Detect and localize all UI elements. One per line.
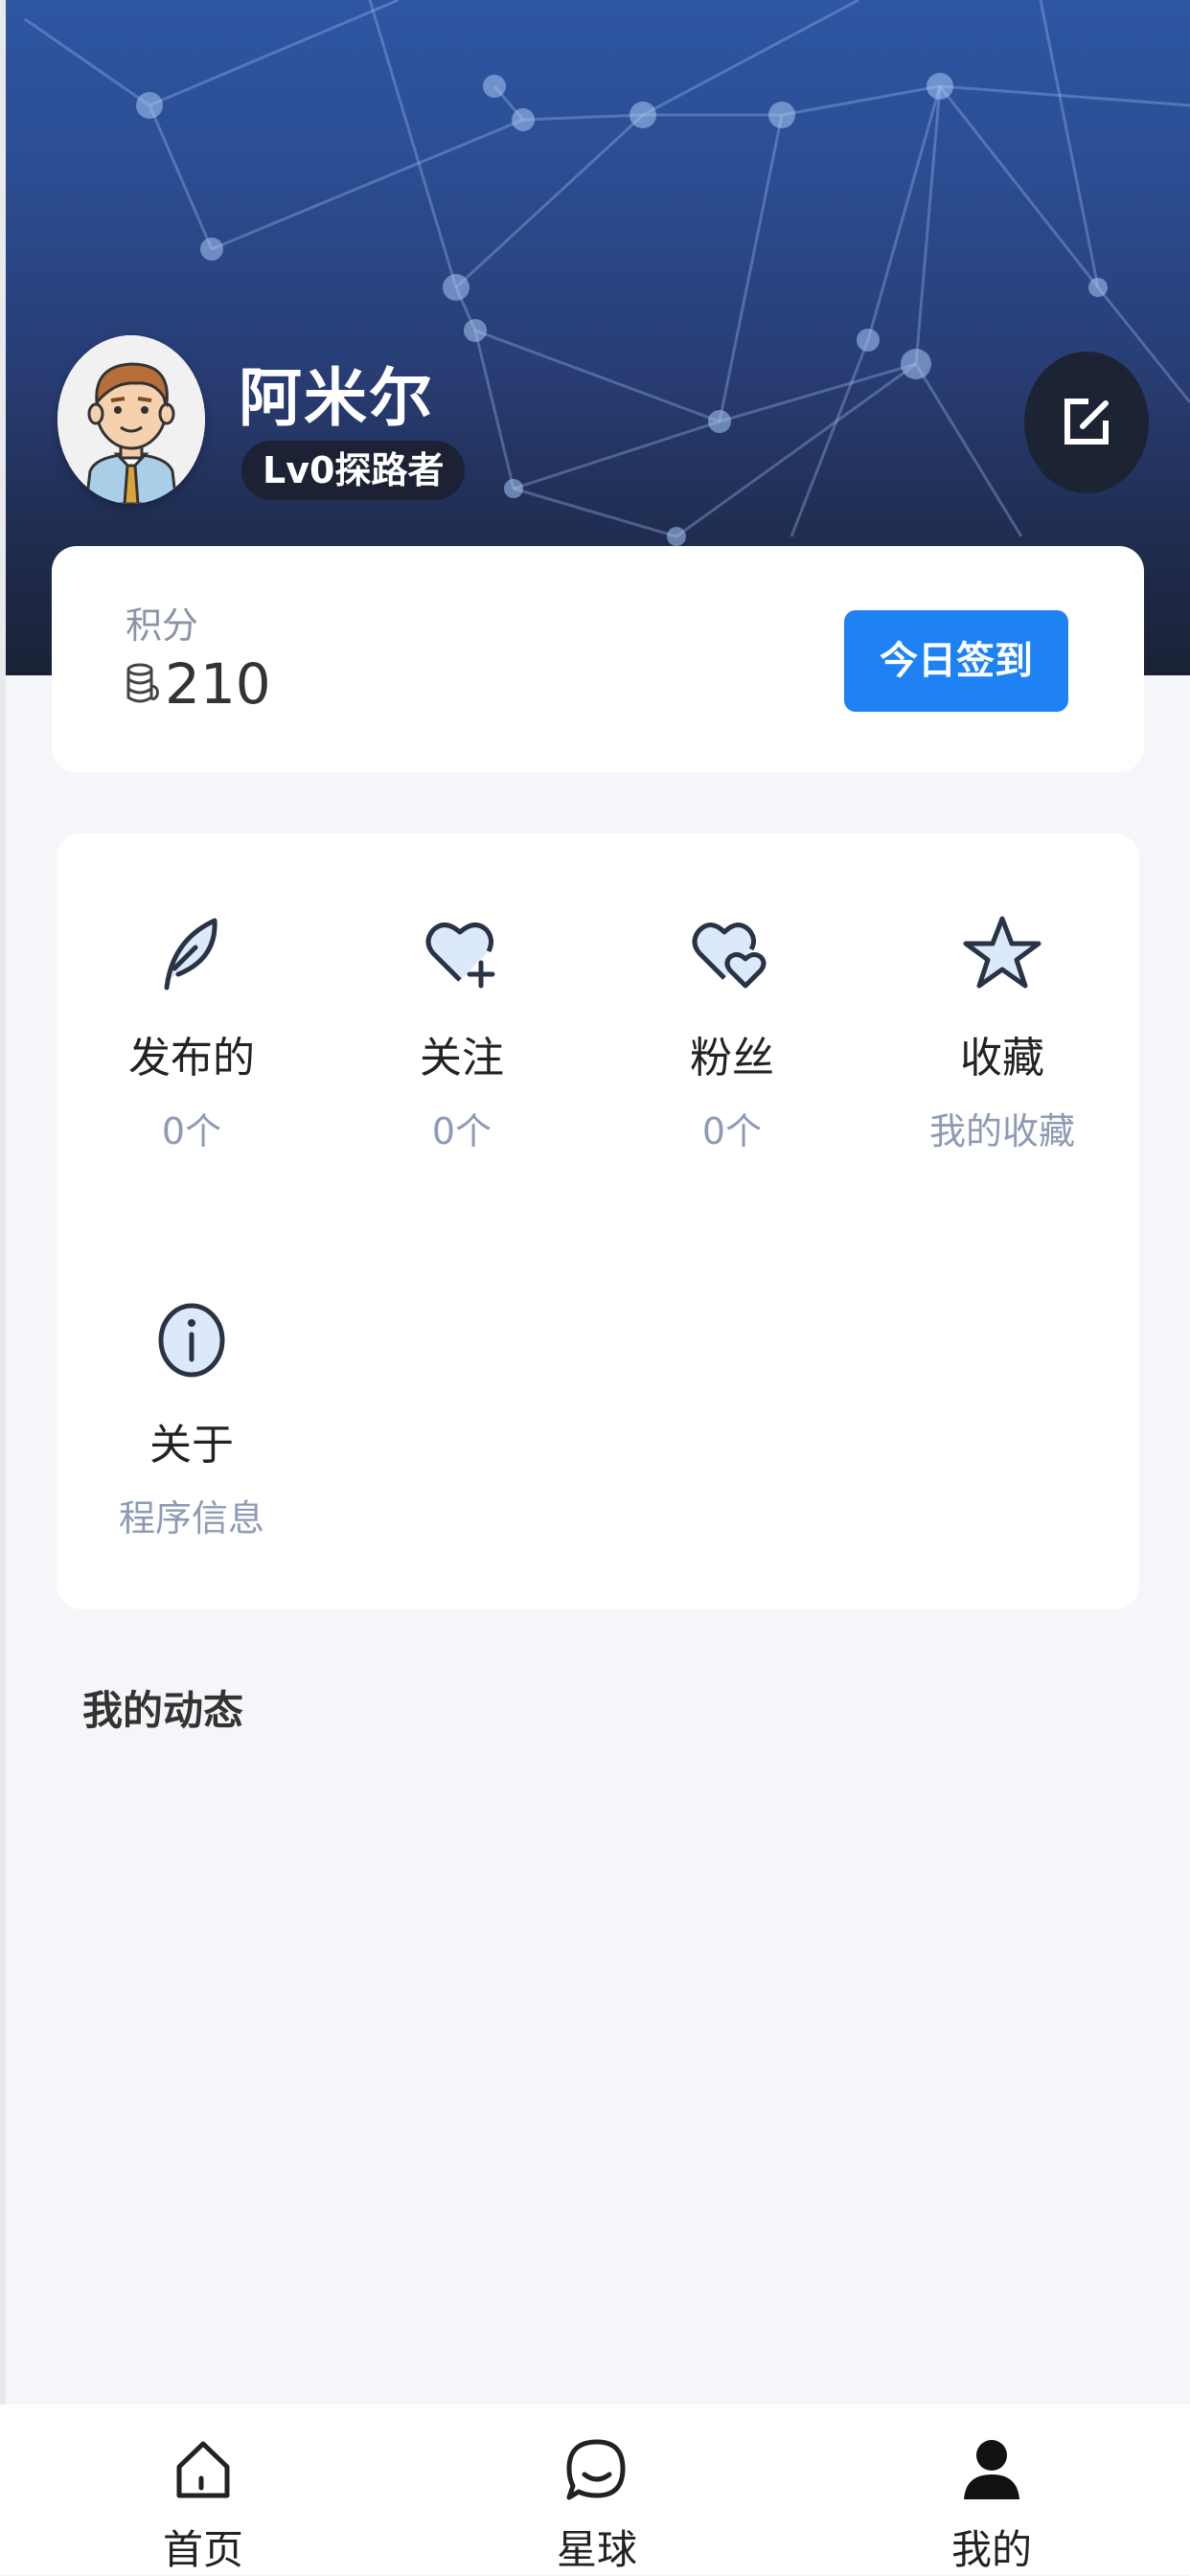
menu-item-fans[interactable]: 粉丝 0个 <box>597 910 867 1154</box>
menu-card: 发布的 0个 关注 0个 粉丝 0个 收藏 我的收藏 关于 程序信息 <box>57 833 1139 1609</box>
menu-item-subtitle: 程序信息 <box>118 1497 264 1539</box>
user-icon <box>964 2440 1019 2499</box>
menu-item-title: 关注 <box>420 1034 504 1083</box>
chat-bubble-icon <box>566 2439 626 2500</box>
menu-item-title: 发布的 <box>128 1034 255 1083</box>
feather-icon <box>164 918 217 991</box>
user-name: 阿米尔 <box>239 361 434 435</box>
menu-item-about[interactable]: 关于 程序信息 <box>57 1297 327 1541</box>
menu-item-count: 0个 <box>701 1110 763 1152</box>
my-feed-title: 我的动态 <box>82 1687 244 1734</box>
points-card: 积分 210 今日签到 <box>52 546 1144 772</box>
menu-item-subtitle: 我的收藏 <box>928 1110 1075 1152</box>
menu-item-favorites[interactable]: 收藏 我的收藏 <box>867 910 1137 1154</box>
heart-plus-icon <box>425 923 495 989</box>
points-value-row: 210 <box>125 651 271 717</box>
checkin-button[interactable]: 今日签到 <box>844 610 1068 712</box>
bottom-tab-bar: 首页 星球 我的 <box>0 2405 1190 2575</box>
menu-item-title: 关于 <box>149 1421 234 1470</box>
star-icon <box>963 916 1041 989</box>
level-badge: Lv0探路者 <box>241 441 466 500</box>
menu-item-following[interactable]: 关注 0个 <box>327 910 597 1154</box>
avatar-illustration <box>57 335 205 504</box>
edit-icon <box>1064 399 1109 445</box>
menu-item-posts[interactable]: 发布的 0个 <box>57 910 327 1154</box>
tab-label: 我的 <box>950 2526 1032 2573</box>
edit-profile-button[interactable] <box>1024 352 1149 493</box>
double-heart-icon <box>692 923 767 989</box>
info-icon <box>158 1303 225 1378</box>
menu-item-title: 收藏 <box>960 1034 1044 1083</box>
tab-label: 星球 <box>556 2526 637 2573</box>
menu-item-count: 0个 <box>161 1110 222 1152</box>
menu-item-title: 粉丝 <box>690 1034 774 1083</box>
points-label: 积分 <box>126 604 199 647</box>
tab-label: 首页 <box>162 2526 243 2573</box>
points-value: 210 <box>165 651 271 717</box>
coin-stack-icon <box>126 663 159 703</box>
menu-item-count: 0个 <box>431 1110 492 1152</box>
tab-planet[interactable]: 星球 <box>501 2431 693 2576</box>
home-icon <box>176 2441 230 2498</box>
user-avatar[interactable] <box>57 335 205 504</box>
tab-home[interactable]: 首页 <box>107 2431 299 2576</box>
tab-mine[interactable]: 我的 <box>896 2431 1087 2576</box>
